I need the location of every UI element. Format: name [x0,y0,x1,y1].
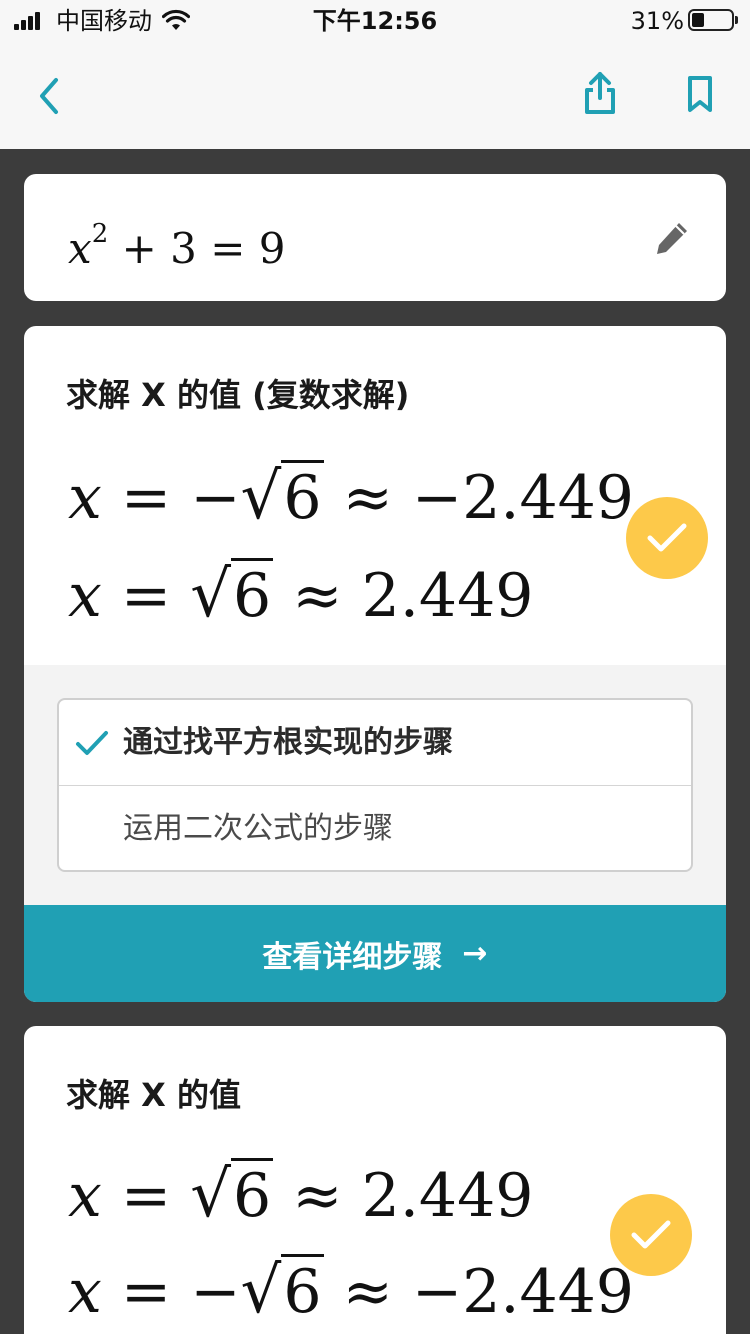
methods-area: 通过找平方根实现的步骤 运用二次公式的步骤 [24,665,726,905]
navigation-bar [0,42,750,149]
share-button[interactable] [578,68,622,120]
status-bar: 中国移动 下午12:56 31% [0,0,750,42]
solution-equals: = − [101,463,241,533]
solution-approx: ≈ −2.449 [323,1257,634,1327]
solution-title: 求解 X 的值 (复数求解) [66,376,410,414]
radicand: 6 [281,1254,324,1327]
equation-exponent: 2 [91,219,109,249]
equation-text: x2 + 3 = 9 [68,214,285,275]
solution-card-complex: 求解 X 的值 (复数求解) x = −√6 ≈ −2.449 x = √6 ≈… [24,326,726,1002]
battery-level [692,13,704,27]
solution-card-real: 求解 X 的值 x = √6 ≈ 2.449 x = −√6 ≈ −2.449 [24,1026,726,1334]
equation-base: x [68,224,92,273]
solution-variable: x [68,463,102,533]
equation-card[interactable]: x2 + 3 = 9 [24,174,726,301]
checkmark-icon [76,731,108,755]
method-label: 通过找平方根实现的步骤 [123,725,453,760]
battery-icon [688,9,738,31]
method-quadratic-formula[interactable]: 运用二次公式的步骤 [59,786,691,872]
square-root: √6 [190,1158,274,1232]
pencil-icon [657,223,687,254]
edit-button[interactable] [652,218,692,258]
bookmark-icon [688,76,712,112]
method-list: 通过找平方根实现的步骤 运用二次公式的步骤 [57,698,693,872]
solution-variable: x [68,1257,102,1327]
square-root: √6 [190,558,274,632]
solution-approx: ≈ 2.449 [273,561,534,631]
arrow-right-icon: → [462,936,488,971]
solution-equals: = [101,1161,191,1231]
radicand: 6 [281,460,324,533]
solution-variable: x [68,561,102,631]
solution-approx: ≈ −2.449 [323,463,634,533]
bookmark-button[interactable] [680,72,720,116]
view-steps-button[interactable]: 查看详细步骤 → [24,905,726,1002]
share-icon [585,72,615,114]
solution-line: x = √6 ≈ 2.449 [68,1158,534,1232]
square-root: √6 [240,460,324,534]
solution-equals: = − [101,1257,241,1327]
solution-line: x = √6 ≈ 2.449 [68,558,534,632]
solution-equals: = [101,561,191,631]
method-label: 运用二次公式的步骤 [123,811,393,846]
check-badge-icon [626,497,708,579]
check-badge-icon [610,1194,692,1276]
battery-percentage: 31% [630,7,684,35]
view-steps-label: 查看详细步骤 [262,939,443,975]
solution-variable: x [68,1161,102,1231]
back-button[interactable] [30,70,70,122]
square-root: √6 [240,1254,324,1328]
solution-line: x = −√6 ≈ −2.449 [68,1254,634,1328]
method-square-root[interactable]: 通过找平方根实现的步骤 [59,700,691,786]
solution-line: x = −√6 ≈ −2.449 [68,460,634,534]
solution-approx: ≈ 2.449 [273,1161,534,1231]
solution-title: 求解 X 的值 [66,1076,241,1114]
chevron-left-icon [40,78,58,114]
equation-rest: + 3 = 9 [108,224,286,273]
radicand: 6 [231,1158,274,1231]
radicand: 6 [231,558,274,631]
